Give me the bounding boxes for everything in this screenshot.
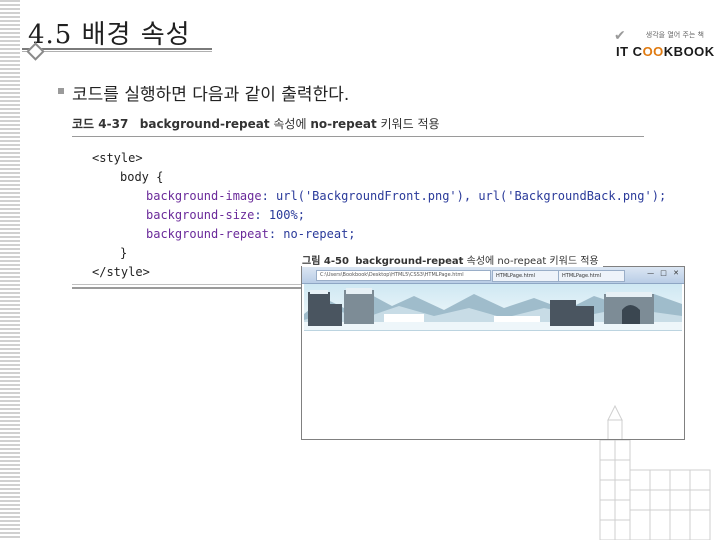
figure-caption-rest: 속성에 no-repeat 키워드 적용 bbox=[463, 256, 599, 267]
address-bar: C:\Users\Bookbook\Desktop\HTML5\CSS3\HTM… bbox=[316, 270, 491, 281]
code-line-3-prop: background-image bbox=[146, 189, 262, 203]
code-caption-mid: 속성에 bbox=[269, 117, 311, 131]
code-line-7: </style> bbox=[92, 265, 150, 279]
code-line-5: background-repeat: no-repeat; bbox=[146, 227, 356, 241]
title-underline-thin bbox=[22, 51, 212, 52]
slide-title: 4.5 배경 속성 bbox=[28, 20, 191, 50]
code-caption-bold1: background-repeat bbox=[139, 117, 270, 131]
logo-wordmark-left: IT C bbox=[616, 44, 643, 59]
logo-wordmark: IT COOKBOOK bbox=[616, 44, 715, 59]
campus-sketch-watermark bbox=[599, 404, 711, 540]
browser-tab-2: HTMLPage.html bbox=[558, 270, 625, 282]
code-line-2: body { bbox=[120, 170, 164, 184]
ice-landscape-illustration bbox=[304, 288, 682, 330]
logo-subtitle: 생각을 열어 주는 책 bbox=[645, 31, 704, 39]
logo-wordmark-right: KBOOK bbox=[663, 44, 715, 59]
code-line-3-val: : url('BackgroundFront.png'), url('Backg… bbox=[261, 189, 667, 203]
code-line-5-prop: background-repeat bbox=[146, 227, 269, 241]
background-image-scene bbox=[304, 284, 682, 331]
it-cookbook-logo: ✔ 생각을 열어 주는 책 IT COOKBOOK bbox=[612, 28, 714, 62]
figure-number: 그림 4-50 bbox=[302, 256, 349, 267]
checkmark-icon: ✔ bbox=[614, 28, 626, 44]
browser-toolbar: C:\Users\Bookbook\Desktop\HTML5\CSS3\HTM… bbox=[302, 267, 684, 284]
title-underline bbox=[22, 48, 212, 50]
bullet-text: 코드를 실행하면 다음과 같이 출력한다. bbox=[72, 85, 350, 105]
code-line-6: } bbox=[120, 246, 128, 260]
code-line-3: background-image: url('BackgroundFront.p… bbox=[146, 189, 666, 203]
logo-wordmark-oo: OO bbox=[642, 44, 664, 59]
code-caption-end: 키워드 적용 bbox=[376, 117, 440, 131]
code-line-4: background-size: 100%; bbox=[146, 208, 305, 222]
code-caption: 코드 4-37 background-repeat 속성에 no-repeat … bbox=[72, 112, 644, 137]
code-line-4-val: : 100%; bbox=[254, 208, 305, 222]
figure-caption-bold: background-repeat bbox=[355, 256, 464, 267]
code-caption-bold2: no-repeat bbox=[310, 117, 377, 131]
code-line-5-val: : no-repeat; bbox=[268, 227, 356, 241]
code-number: 코드 4-37 bbox=[72, 117, 129, 131]
figure-caption: 그림 4-50 background-repeat 속성에 no-repeat … bbox=[302, 252, 603, 267]
bullet-icon bbox=[58, 88, 64, 94]
window-controls: — □ ✕ bbox=[647, 269, 681, 277]
browser-tab-1: HTMLPage.html bbox=[492, 270, 559, 282]
code-line-1: <style> bbox=[92, 151, 143, 165]
left-striped-strip bbox=[0, 0, 20, 540]
code-line-4-prop: background-size bbox=[146, 208, 255, 222]
